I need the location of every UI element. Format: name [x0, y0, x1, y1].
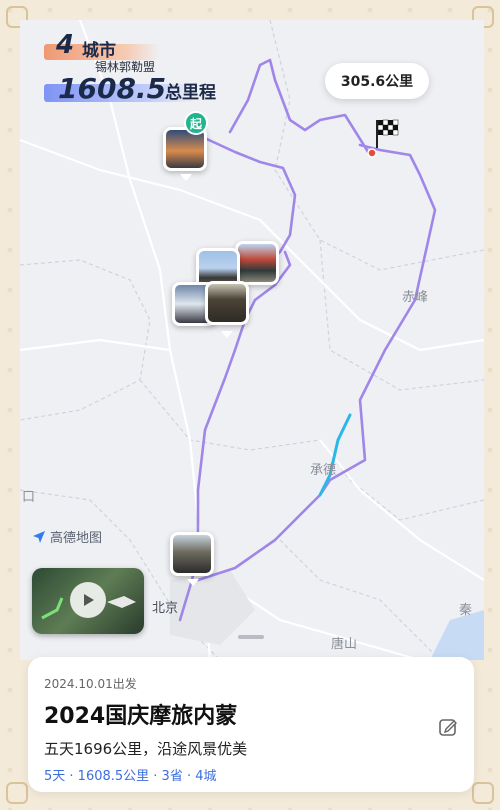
photo-pin[interactable] — [235, 241, 279, 285]
total-distance: 1608.5 — [58, 72, 167, 105]
play-icon — [84, 594, 94, 606]
checkered-flag-icon — [376, 119, 399, 148]
photo-pin-tail — [187, 579, 199, 586]
place-label-chengde: 承德 — [310, 463, 337, 478]
route-map[interactable] — [20, 20, 484, 660]
play-button[interactable] — [70, 582, 106, 618]
photo-pin-beijing[interactable] — [170, 532, 214, 576]
province-borders — [20, 20, 484, 660]
frame-corner — [472, 782, 494, 804]
route-highlight — [318, 413, 352, 497]
place-label-beijing: 北京 — [152, 601, 179, 616]
place-label-chifeng: 赤峰 — [402, 290, 429, 305]
map-base — [20, 20, 484, 660]
amap-logo: 高德地图 — [32, 527, 102, 546]
trip-start-date: 2024.10.01出发 — [44, 677, 137, 691]
place-label-qinhuangdao: 秦 — [459, 603, 473, 618]
amap-logo-icon — [33, 530, 45, 543]
drag-handle[interactable] — [238, 635, 264, 639]
city-count: 4 — [56, 30, 75, 60]
amap-logo-text: 高德地图 — [50, 531, 103, 546]
trip-description: 五天1696公里，沿途风景优美 — [44, 740, 248, 758]
trip-meta: 5天 · 1608.5公里 · 3省 · 4城 — [44, 769, 217, 784]
roads — [20, 20, 484, 660]
photo-pin-tail — [180, 174, 192, 181]
trip-title: 2024国庆摩旅内蒙 — [44, 704, 238, 729]
sea-area — [430, 610, 484, 660]
total-distance-label: 总里程 — [165, 83, 216, 103]
photo-pin[interactable] — [205, 281, 249, 325]
place-label-tangshan: 唐山 — [331, 637, 358, 652]
end-dot — [367, 148, 377, 158]
photo-pin-tail — [221, 331, 233, 338]
segment-distance-bubble[interactable]: 305.6公里 — [325, 63, 429, 99]
edit-icon[interactable] — [437, 716, 459, 738]
frame-corner — [6, 782, 28, 804]
start-badge: 起 — [184, 111, 208, 135]
place-label-kou: 口 — [22, 490, 36, 505]
